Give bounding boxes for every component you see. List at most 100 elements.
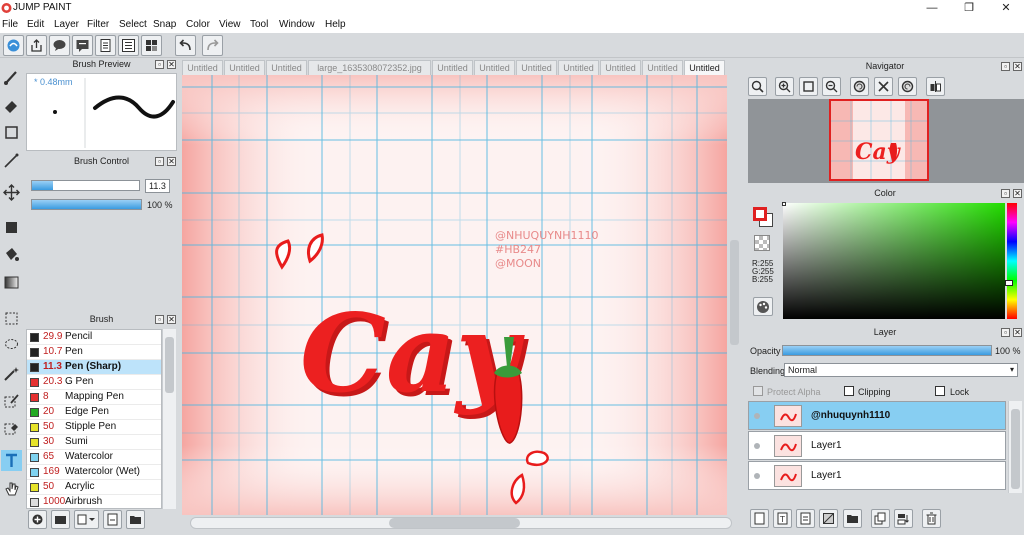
eraser-icon[interactable] bbox=[1, 95, 22, 116]
brush-item[interactable]: 8 Mapping Pen bbox=[27, 390, 161, 405]
new-layer-icon[interactable] bbox=[750, 509, 769, 528]
protect-alpha-checkbox[interactable] bbox=[753, 386, 763, 396]
panel-close-icon[interactable]: ✕ bbox=[1013, 328, 1022, 337]
navigator-thumbnail[interactable]: Cay bbox=[829, 99, 929, 181]
scroll-thumb[interactable] bbox=[389, 518, 520, 528]
delete-layer-icon[interactable] bbox=[922, 509, 941, 528]
select-rect-icon[interactable] bbox=[1, 308, 22, 329]
lock-checkbox[interactable] bbox=[935, 386, 945, 396]
visibility-eye-icon[interactable] bbox=[754, 473, 760, 479]
brush-opacity-slider[interactable] bbox=[31, 199, 142, 210]
brush-item[interactable]: 10.7 Pen bbox=[27, 345, 161, 360]
undock-icon[interactable]: ▫ bbox=[155, 157, 164, 166]
canvas-horizontal-scrollbar[interactable] bbox=[182, 515, 743, 531]
document-icon[interactable] bbox=[95, 35, 116, 56]
document-tab[interactable]: Untitled bbox=[474, 60, 515, 75]
flip-icon[interactable] bbox=[926, 77, 945, 96]
select-eraser-icon[interactable] bbox=[1, 417, 22, 438]
clipping-checkbox[interactable] bbox=[844, 386, 854, 396]
document-tab[interactable]: Untitled bbox=[266, 60, 307, 75]
panel-close-icon[interactable]: ✕ bbox=[167, 60, 176, 69]
document-tab[interactable]: Untitled bbox=[432, 60, 473, 75]
menu-window[interactable]: Window bbox=[279, 19, 315, 30]
menu-file[interactable]: File bbox=[2, 19, 18, 30]
grid-list-icon[interactable] bbox=[141, 35, 162, 56]
zoom-fit-icon[interactable] bbox=[748, 77, 767, 96]
pen-line-icon[interactable] bbox=[1, 150, 22, 171]
rectangle-icon[interactable] bbox=[1, 122, 22, 143]
rotate-right-icon[interactable] bbox=[898, 77, 917, 96]
layer-row[interactable]: @nhuquynh1110 bbox=[748, 401, 1006, 430]
lasso-icon[interactable] bbox=[1, 335, 22, 356]
fill-square-icon[interactable] bbox=[1, 217, 22, 238]
color-saturation-picker[interactable] bbox=[783, 203, 1005, 319]
brush-item[interactable]: 30 Sumi bbox=[27, 435, 161, 450]
brush-list-scrollbar[interactable] bbox=[162, 329, 176, 509]
brush-size-input[interactable]: 11.3 bbox=[145, 179, 170, 193]
document-tab[interactable]: Untitled bbox=[600, 60, 641, 75]
brush-size-slider[interactable] bbox=[31, 180, 140, 191]
brush-item[interactable]: 50 Acrylic bbox=[27, 480, 161, 495]
visibility-eye-icon[interactable] bbox=[754, 413, 760, 419]
select-pen-icon[interactable] bbox=[1, 390, 22, 411]
visibility-eye-icon[interactable] bbox=[754, 443, 760, 449]
undock-icon[interactable]: ▫ bbox=[155, 315, 164, 324]
brush-item[interactable]: 20.3 G Pen bbox=[27, 375, 161, 390]
layer-row[interactable]: Layer1 bbox=[748, 431, 1006, 460]
brush-item[interactable]: 1000 Airbrush bbox=[27, 495, 161, 508]
move-icon[interactable] bbox=[1, 182, 22, 203]
brush-icon[interactable] bbox=[1, 67, 22, 88]
blending-mode-select[interactable]: Normal ▾ bbox=[784, 363, 1018, 377]
redo-icon[interactable] bbox=[202, 35, 223, 56]
cloud-sync-icon[interactable] bbox=[3, 35, 24, 56]
menu-help[interactable]: Help bbox=[325, 19, 346, 30]
magic-wand-icon[interactable] bbox=[1, 363, 22, 384]
new-folder-icon[interactable] bbox=[843, 509, 862, 528]
merge-layer-icon[interactable] bbox=[894, 509, 913, 528]
document-tab[interactable]: Untitled bbox=[516, 60, 557, 75]
new-halftone-layer-icon[interactable] bbox=[796, 509, 815, 528]
brush-item[interactable]: 50 Stipple Pen bbox=[27, 420, 161, 435]
brush-folder-icon[interactable] bbox=[51, 510, 70, 529]
reset-icon[interactable] bbox=[874, 77, 893, 96]
brush-open-folder-icon[interactable] bbox=[126, 510, 145, 529]
color-picker-handle[interactable] bbox=[782, 202, 786, 206]
duplicate-layer-icon[interactable] bbox=[871, 509, 890, 528]
panel-close-icon[interactable]: ✕ bbox=[1013, 189, 1022, 198]
brush-item[interactable]: 169 Watercolor (Wet) bbox=[27, 465, 161, 480]
menu-select[interactable]: Select bbox=[119, 19, 147, 30]
brush-item[interactable]: 11.3 Pen (Sharp) bbox=[27, 360, 161, 375]
fullscreen-icon[interactable] bbox=[799, 77, 818, 96]
rotate-left-icon[interactable] bbox=[850, 77, 869, 96]
share-icon[interactable] bbox=[26, 35, 47, 56]
undock-icon[interactable]: ▫ bbox=[1001, 189, 1010, 198]
panel-close-icon[interactable]: ✕ bbox=[1013, 62, 1022, 71]
document-tab[interactable]: Untitled bbox=[558, 60, 599, 75]
chat-icon[interactable] bbox=[72, 35, 93, 56]
foreground-color-swatch[interactable] bbox=[753, 207, 767, 221]
palette-icon[interactable] bbox=[753, 297, 773, 316]
panel-close-icon[interactable]: ✕ bbox=[167, 157, 176, 166]
new-tone-layer-icon[interactable] bbox=[819, 509, 838, 528]
settings-list-icon[interactable] bbox=[118, 35, 139, 56]
layer-opacity-slider[interactable] bbox=[782, 345, 992, 356]
undock-icon[interactable]: ▫ bbox=[155, 60, 164, 69]
document-tab[interactable]: Untitled bbox=[182, 60, 223, 75]
brush-item[interactable]: 29.9 Pencil bbox=[27, 330, 161, 345]
brush-item[interactable]: 20 Edge Pen bbox=[27, 405, 161, 420]
zoom-in-icon[interactable] bbox=[775, 77, 794, 96]
document-tab[interactable]: Untitled bbox=[224, 60, 265, 75]
minimize-button[interactable]: — bbox=[914, 0, 950, 17]
bucket-icon[interactable] bbox=[1, 244, 22, 265]
drawing-canvas[interactable]: @NHUQUYNH1110 #HB247 @MOON Cay Cay bbox=[182, 75, 727, 515]
document-tab[interactable]: Untitled bbox=[642, 60, 683, 75]
menu-view[interactable]: View bbox=[219, 19, 241, 30]
scroll-thumb[interactable] bbox=[730, 240, 739, 345]
document-tab[interactable]: large_1635308072352.jpg bbox=[308, 60, 431, 75]
menu-tool[interactable]: Tool bbox=[250, 19, 268, 30]
new-text-layer-icon[interactable]: T bbox=[773, 509, 792, 528]
document-tab[interactable]: Untitled bbox=[684, 60, 725, 75]
text-icon[interactable] bbox=[1, 450, 22, 471]
scroll-thumb[interactable] bbox=[1011, 409, 1020, 489]
brush-item[interactable]: 65 Watercolor bbox=[27, 450, 161, 465]
